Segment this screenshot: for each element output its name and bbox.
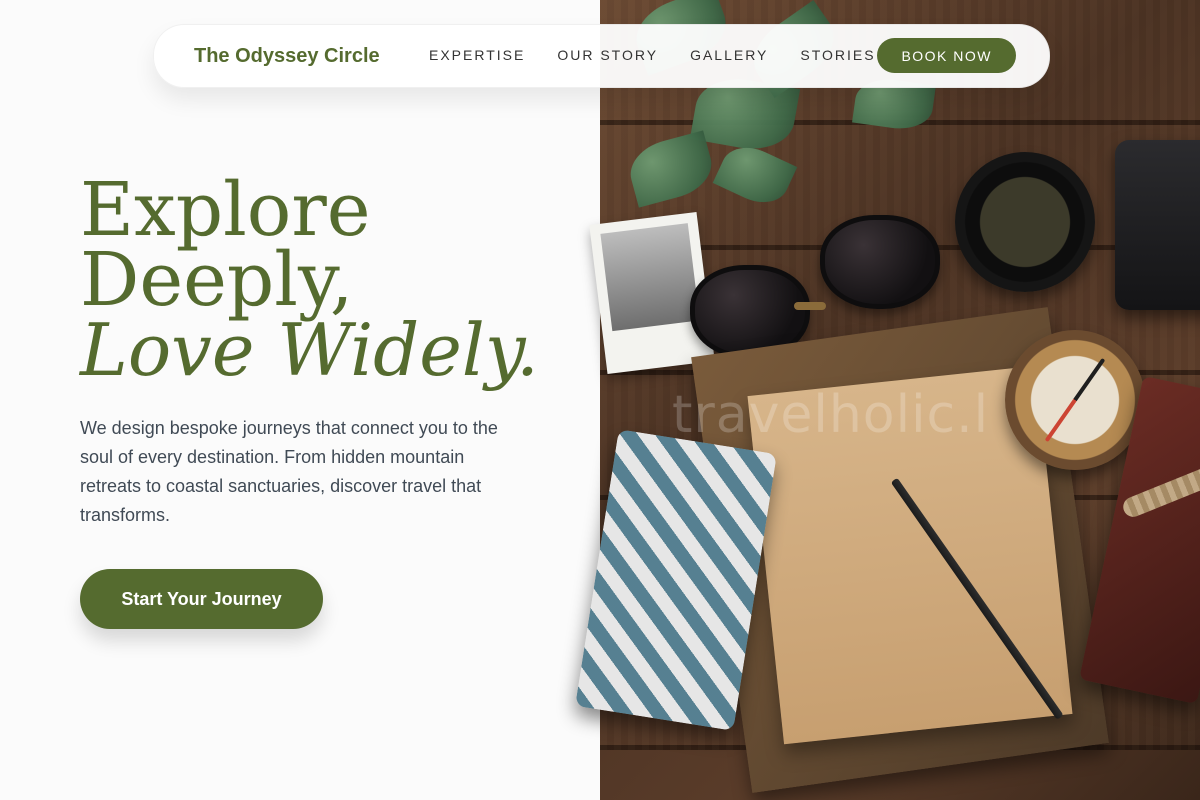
headline-line-3: Love Widely. — [80, 307, 539, 392]
sunglasses-bridge — [794, 302, 826, 310]
compass-needle — [1044, 357, 1106, 443]
start-journey-button[interactable]: Start Your Journey — [80, 569, 323, 629]
sunglasses-lens — [820, 215, 940, 309]
hero-headline: Explore Deeply, Love Widely. — [80, 167, 539, 392]
top-nav: The Odyssey Circle EXPERTISE OUR STORY G… — [153, 24, 1050, 88]
nav-link-our-story[interactable]: OUR STORY — [557, 47, 658, 63]
book-now-button[interactable]: BOOK NOW — [877, 38, 1016, 73]
compass — [1005, 330, 1145, 470]
brand-name[interactable]: The Odyssey Circle — [194, 45, 380, 68]
camera — [1115, 140, 1200, 310]
lens-cap — [955, 152, 1095, 292]
headline-line-2: Deeply, — [80, 237, 354, 324]
headline-line-1: Explore — [80, 167, 371, 253]
hero-subtext: We design bespoke journeys that connect … — [80, 418, 498, 525]
nav-link-stories[interactable]: STORIES — [800, 47, 875, 63]
nav-links: EXPERTISE OUR STORY GALLERY STORIES — [429, 47, 876, 63]
polaroid-image — [600, 223, 700, 332]
nav-link-gallery[interactable]: GALLERY — [690, 47, 768, 63]
nav-link-expertise[interactable]: EXPERTISE — [429, 47, 525, 63]
watermark: travelholic.l — [672, 385, 990, 445]
